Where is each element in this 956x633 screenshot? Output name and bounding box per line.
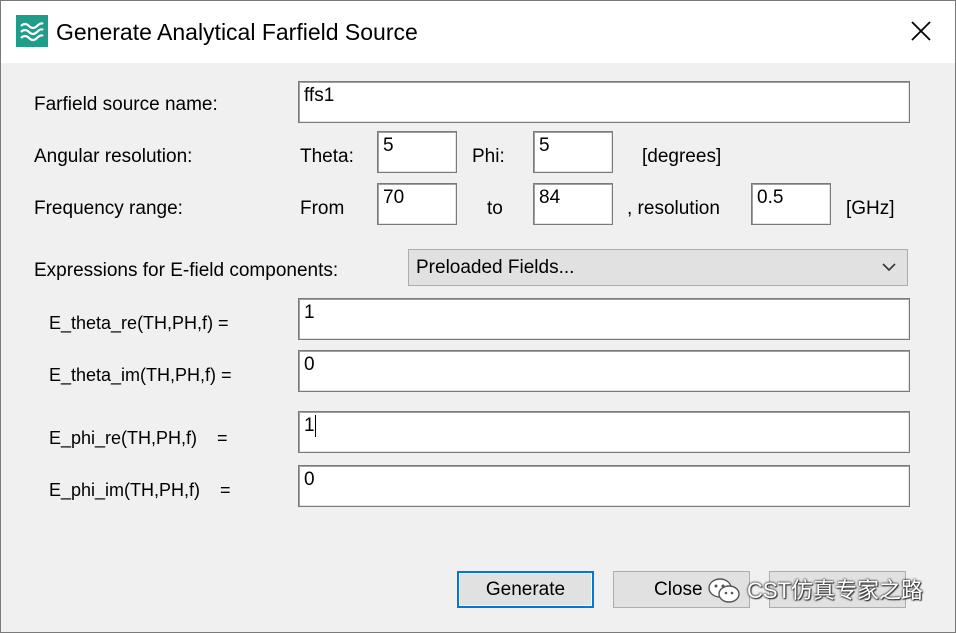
frequency-range-label: Frequency range: <box>34 198 183 219</box>
e-theta-re-label: E_theta_re(TH,PH,f) = <box>49 313 229 333</box>
text-caret <box>314 415 316 437</box>
e-theta-re-input[interactable]: 1 <box>298 298 910 340</box>
e-theta-im-label: E_theta_im(TH,PH,f) = <box>49 365 232 385</box>
to-label: to <box>487 198 503 219</box>
farfield-name-label: Farfield source name: <box>34 94 218 115</box>
phi-label: Phi: <box>472 146 505 167</box>
angular-resolution-label: Angular resolution: <box>34 146 193 167</box>
frequency-resolution-value: 0.5 <box>757 187 784 208</box>
e-phi-re-value: 1 <box>304 415 315 436</box>
e-theta-re-value: 1 <box>304 302 315 323</box>
phi-input[interactable]: 5 <box>533 131 613 173</box>
from-label: From <box>300 198 345 219</box>
e-theta-im-input[interactable]: 0 <box>298 350 910 392</box>
watermark: CST仿真专家之路 <box>707 576 923 606</box>
frequency-unit-label: [GHz] <box>846 198 895 219</box>
close-icon <box>911 21 931 41</box>
farfield-name-value: ffs1 <box>304 85 335 106</box>
generate-button[interactable]: Generate <box>457 571 594 608</box>
wechat-icon <box>708 578 740 603</box>
phi-value: 5 <box>539 135 550 156</box>
e-phi-im-value: 0 <box>304 469 315 490</box>
frequency-resolution-input[interactable]: 0.5 <box>751 183 831 225</box>
chevron-down-icon <box>882 263 896 272</box>
e-phi-im-label: E_phi_im(TH,PH,f) = <box>49 480 231 500</box>
resolution-label: , resolution <box>627 198 720 219</box>
close-window-button[interactable] <box>901 13 941 49</box>
e-phi-re-input[interactable]: 1 <box>298 411 910 453</box>
title-bar: Generate Analytical Farfield Source <box>1 1 955 63</box>
preloaded-fields-value: Preloaded Fields... <box>416 257 575 278</box>
preloaded-fields-dropdown[interactable]: Preloaded Fields... <box>408 249 908 286</box>
generate-farfield-dialog: Generate Analytical Farfield Source Farf… <box>0 0 956 633</box>
theta-label: Theta: <box>300 146 354 167</box>
to-frequency-input[interactable]: 84 <box>533 183 613 225</box>
theta-value: 5 <box>383 135 394 156</box>
e-phi-re-label: E_phi_re(TH,PH,f) = <box>49 428 228 448</box>
e-theta-im-value: 0 <box>304 354 315 375</box>
farfield-name-input[interactable]: ffs1 <box>298 81 910 123</box>
waves-icon <box>16 15 48 47</box>
window-title: Generate Analytical Farfield Source <box>56 19 418 45</box>
from-frequency-value: 70 <box>383 187 405 208</box>
angle-unit-label: [degrees] <box>642 146 722 167</box>
e-phi-im-input[interactable]: 0 <box>298 465 910 507</box>
expressions-label: Expressions for E-field components: <box>34 260 339 281</box>
theta-input[interactable]: 5 <box>377 131 457 173</box>
watermark-text: CST仿真专家之路 <box>747 578 924 603</box>
to-frequency-value: 84 <box>539 187 561 208</box>
from-frequency-input[interactable]: 70 <box>377 183 457 225</box>
